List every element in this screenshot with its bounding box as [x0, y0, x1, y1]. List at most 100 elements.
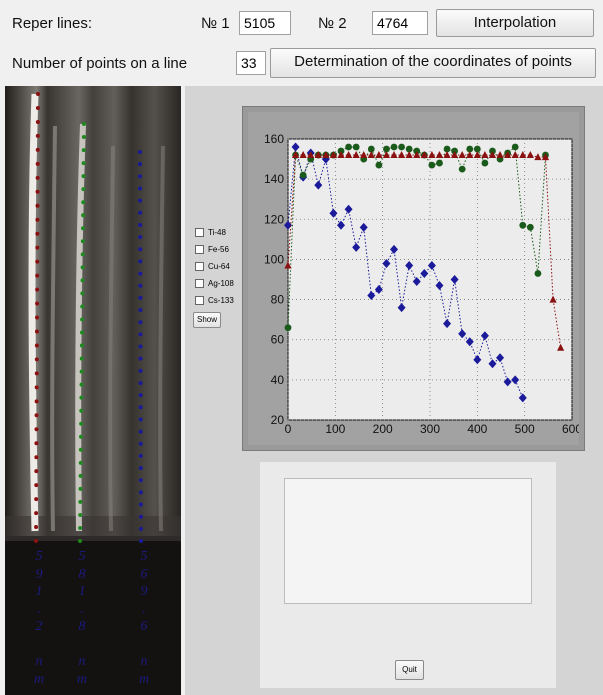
spectrum-point [34, 385, 39, 390]
spectrum-point [81, 187, 86, 192]
line-label-char [136, 636, 152, 654]
spectrum-point [79, 382, 84, 387]
data-point [390, 143, 398, 151]
element-checkbox-ag[interactable]: Ag-108 [195, 277, 243, 290]
element-label: Cu-64 [208, 262, 230, 271]
reper-line-2-label: № 2 [318, 15, 347, 32]
spectrum-point [35, 105, 40, 110]
line-label-char [31, 636, 47, 654]
spectrum-point [138, 441, 143, 446]
reper-line-2-input[interactable]: 4764 [372, 11, 428, 35]
spectrum-point [138, 368, 143, 373]
spectrum-point [138, 271, 143, 276]
checkbox-icon [195, 279, 204, 288]
data-point [519, 221, 527, 229]
spectrum-point [35, 245, 40, 250]
x-tick-label: 100 [325, 422, 345, 436]
spectrum-point [138, 405, 143, 410]
spectrum-point [138, 174, 143, 179]
line-label-char: . [37, 601, 41, 617]
line-label-char: 5 [78, 549, 86, 564]
data-point [299, 171, 307, 179]
checkbox-icon [195, 296, 204, 305]
data-point [375, 161, 383, 169]
line-label-char: m [76, 671, 88, 687]
data-point [428, 161, 436, 169]
spectrum-point [81, 148, 86, 153]
data-point [534, 270, 542, 277]
spectrum-point [81, 135, 86, 140]
spectrum-point [34, 469, 39, 474]
spectrum-point [138, 526, 143, 531]
line-label-char: 2 [35, 619, 43, 634]
spectrum-point [80, 252, 85, 257]
line-label-2: 5 8 1. 8 nm [74, 548, 90, 688]
points-count-input[interactable]: 33 [236, 51, 266, 75]
spectrum-point [78, 512, 83, 517]
checkbox-icon [195, 262, 204, 271]
line-label-char: 8 [78, 619, 86, 634]
data-point [352, 143, 360, 151]
data-point [345, 143, 352, 151]
y-tick-label: 100 [264, 252, 284, 266]
line-label-char: 1 [35, 584, 43, 599]
element-checkbox-ti[interactable]: Ti-48 [195, 226, 243, 239]
y-tick-label: 20 [271, 413, 285, 427]
element-checkbox-list: Ti-48 Fe-56 Cu-64 Ag-108 Cs-133 [195, 226, 243, 307]
element-checkbox-cu[interactable]: Cu-64 [195, 260, 243, 273]
reper-lines-label: Reper lines: [12, 15, 93, 32]
y-tick-label: 60 [271, 333, 285, 347]
spectrum-point [138, 417, 143, 422]
spectrum-point [138, 356, 143, 361]
spectrum-point [34, 511, 39, 516]
spectrum-point [35, 315, 39, 320]
quit-button[interactable]: Quit [395, 660, 424, 680]
x-tick-label: 200 [373, 422, 393, 436]
reper-line-1-label: № 1 [201, 15, 230, 32]
interpolation-button[interactable]: Interpolation [436, 9, 594, 37]
spectrum-point [138, 295, 143, 300]
spectrum-point [34, 441, 39, 446]
spectrum-point [138, 259, 143, 264]
spectrum-point [81, 226, 85, 231]
line-label-3: 5 6 9. 6 nm [136, 548, 152, 688]
spectrum-point [138, 320, 143, 325]
show-button[interactable]: Show [193, 312, 221, 328]
line-label-char: m [33, 671, 45, 687]
y-tick-label: 160 [264, 132, 284, 146]
reper-line-1-input[interactable]: 5105 [239, 11, 291, 35]
data-point [481, 159, 489, 167]
data-point [284, 324, 292, 332]
determination-button[interactable]: Determination of the coordinates of poin… [270, 48, 596, 78]
line-label-char: n [140, 654, 148, 669]
element-checkbox-cs[interactable]: Cs-133 [195, 294, 243, 307]
spectrum-point [138, 478, 143, 483]
spectrum-point [78, 539, 82, 543]
line-label-char: m [138, 671, 150, 687]
spectrum-point [80, 239, 85, 244]
line-label-char: 5 [140, 549, 148, 564]
element-label: Cs-133 [208, 296, 234, 305]
data-point [511, 143, 519, 151]
element-checkbox-fe[interactable]: Fe-56 [195, 243, 243, 256]
spectrum-point [34, 525, 39, 530]
spectrum-point [138, 210, 143, 215]
spectrum-point [138, 393, 143, 398]
scatter-chart: 0 100 200 300 400 500 600 20 40 60 80 100 120 140 160 [264, 132, 579, 436]
spectrum-point [82, 122, 86, 126]
spectrum-point [35, 175, 40, 180]
spectrum-point [79, 421, 84, 426]
spectrum-image[interactable]: 591.2 nm 581.8 nm 569.6 nm [5, 86, 181, 695]
output-textarea[interactable] [284, 478, 532, 604]
spectrum-point [81, 200, 86, 205]
spectrum-point [35, 287, 40, 292]
line-label-char: 1 [78, 584, 86, 599]
spectrum-point [138, 344, 143, 349]
spectrum-point [78, 460, 83, 465]
spectrum-point [34, 399, 39, 404]
spectrum-point [138, 429, 143, 434]
line-label-char: 6 [140, 566, 148, 582]
line-label-char: n [78, 654, 86, 669]
y-tick-label: 40 [271, 373, 285, 387]
spectrum-point [81, 174, 86, 179]
